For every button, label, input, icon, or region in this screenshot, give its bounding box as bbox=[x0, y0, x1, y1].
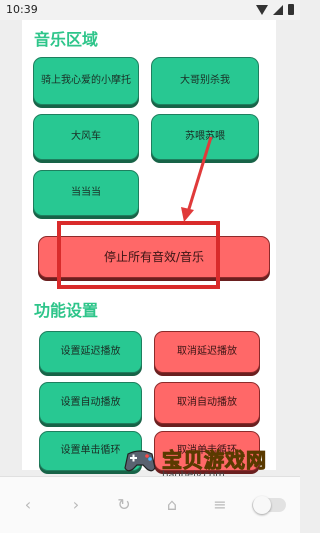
toggle-knob bbox=[253, 496, 271, 514]
browser-nav-bar: ‹ › ↻ ⌂ ≡ bbox=[0, 476, 300, 533]
watermark-text: 宝贝游戏网 bbox=[162, 448, 267, 473]
menu-icon[interactable]: ≡ bbox=[212, 497, 228, 513]
back-icon[interactable]: ‹ bbox=[20, 497, 36, 513]
toggle-switch[interactable] bbox=[252, 496, 286, 514]
home-icon[interactable]: ⌂ bbox=[164, 497, 180, 513]
reload-icon[interactable]: ↻ bbox=[116, 497, 132, 513]
gamepad-icon bbox=[124, 450, 156, 472]
forward-icon[interactable]: › bbox=[68, 497, 84, 513]
